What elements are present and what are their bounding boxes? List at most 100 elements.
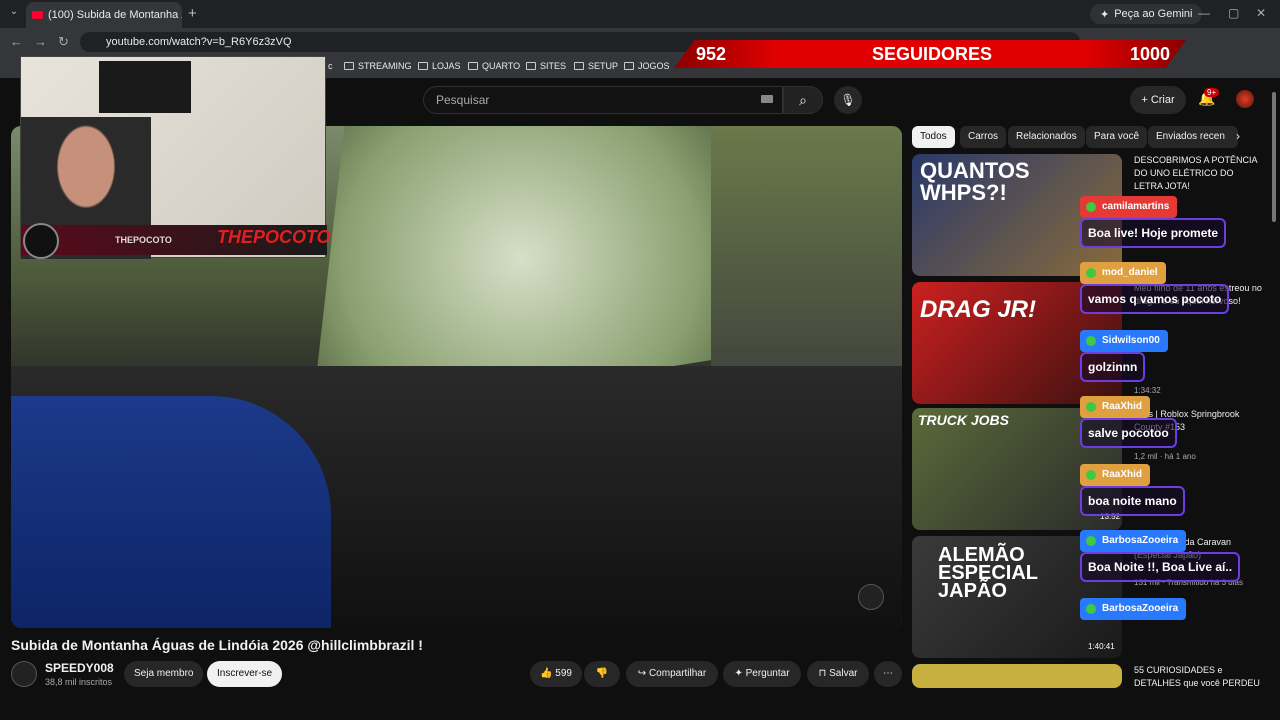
account-avatar[interactable]: [1236, 90, 1254, 108]
chat-message: Boa Noite !!, Boa Live aí..: [1080, 552, 1241, 582]
search-input[interactable]: Pesquisar: [423, 86, 783, 114]
cam-channel-name: THEPOCOTO: [115, 235, 172, 245]
video-duration: 1:34:32: [1134, 386, 1161, 395]
chat-user-label: mod_daniel: [1102, 267, 1158, 278]
thumb-text: DRAG JR!: [920, 296, 1037, 323]
forward-icon[interactable]: →: [34, 34, 47, 49]
gemini-icon: ✦: [1100, 8, 1110, 21]
chat-user-label: RaaXhid: [1102, 469, 1143, 480]
bookmark-label: LOJAS: [432, 61, 461, 71]
save-label: Salvar: [829, 668, 858, 679]
chat-username: RaaXhid: [1080, 464, 1151, 486]
chat-message: salve pocotoo: [1080, 418, 1177, 448]
scrollbar-thumb[interactable]: [1272, 92, 1276, 222]
like-count: 599: [555, 668, 572, 679]
browser-tab-strip: ⌄ (100) Subida de Montanha Águas de Lind…: [0, 0, 1280, 28]
bookmark-folder-setup[interactable]: SETUP: [574, 61, 618, 71]
ask-button[interactable]: ✦ Perguntar: [723, 661, 801, 687]
page-scrollbar[interactable]: [1270, 80, 1278, 688]
share-label: Compartilhar: [648, 668, 707, 679]
ask-label: Perguntar: [745, 668, 790, 679]
search-button[interactable]: ⌕: [783, 86, 823, 114]
chat-badge-icon: [1086, 604, 1096, 614]
bookmark-label: STREAMING: [358, 61, 412, 71]
thumbs-up-icon: 👍: [540, 668, 553, 679]
folder-icon: [526, 62, 536, 70]
channel-watermark-icon[interactable]: [858, 584, 884, 610]
browser-tab[interactable]: (100) Subida de Montanha Águas de Lindói…: [26, 2, 182, 28]
recommendation-title[interactable]: 55 CURIOSIDADES e DETALHES que você PERD…: [1134, 664, 1264, 690]
join-button[interactable]: Seja membro: [124, 661, 204, 687]
tab-title: (100) Subida de Montanha Águas de Lindói…: [48, 9, 182, 21]
subscribe-button[interactable]: Inscrever-se: [207, 661, 283, 687]
chat-badge-icon: [1086, 402, 1096, 412]
reload-icon[interactable]: ↻: [58, 34, 69, 50]
maximize-icon[interactable]: ▢: [1228, 6, 1239, 20]
chip-carros[interactable]: Carros: [960, 126, 1007, 148]
new-tab-button[interactable]: +: [188, 5, 197, 22]
chat-message: Boa live! Hoje promete: [1080, 218, 1227, 248]
gemini-label: Peça ao Gemini: [1114, 8, 1193, 20]
wall-poster: [99, 61, 191, 113]
webcam-overlay: THEPOCOTO THEPOCOTO: [20, 56, 331, 259]
save-button[interactable]: ⊓ Salvar: [807, 661, 869, 687]
channel-avatar[interactable]: [11, 661, 37, 687]
bookmark-folder-quarto[interactable]: QUARTO: [468, 61, 520, 71]
chip-para-voce[interactable]: Para você: [1086, 126, 1148, 148]
thumb-text: ALEMÃO ESPECIAL JAPÃO: [938, 544, 1038, 602]
bookmark-icon: ⊓: [818, 668, 827, 679]
chat-badge-icon: [1086, 536, 1096, 546]
streamer-logo-icon: [23, 223, 59, 259]
chip-enviados[interactable]: Enviados recen: [1148, 126, 1238, 148]
like-button[interactable]: 👍 599: [530, 661, 582, 687]
bookmark-folder-streaming[interactable]: STREAMING: [344, 61, 412, 71]
more-actions-button[interactable]: ⋯: [874, 661, 902, 687]
create-button[interactable]: + Criar: [1130, 86, 1186, 114]
chip-todos[interactable]: Todos: [912, 126, 955, 148]
keyboard-icon[interactable]: [761, 95, 773, 103]
cam-brand-logo: THEPOCOTO: [217, 227, 331, 247]
chat-username: RaaXhid: [1080, 396, 1151, 418]
youtube-favicon-icon: [32, 11, 43, 19]
chat-user-label: BarbosaZooeira: [1102, 603, 1179, 614]
microphone-icon: 🎙: [840, 93, 856, 107]
back-icon[interactable]: ←: [10, 34, 23, 49]
subscriber-count: 38,8 mil inscritos: [45, 677, 113, 687]
bookmark-folder-sites[interactable]: SITES: [526, 61, 566, 71]
bookmark-folder-jogos[interactable]: JOGOS: [624, 61, 670, 71]
webcam-name-panel: THEPOCOTO THEPOCOTO: [21, 223, 331, 259]
gemini-button[interactable]: ✦ Peça ao Gemini: [1090, 4, 1203, 24]
recommendation-meta: 1,2 mil · há 1 ano: [1134, 452, 1196, 461]
chat-message: vamos q vamos pocoto: [1080, 284, 1230, 314]
chat-username: mod_daniel: [1080, 262, 1166, 284]
search-icon: ⌕: [799, 92, 807, 108]
bookmark-item[interactable]: c: [328, 61, 333, 71]
folder-icon: [418, 62, 428, 70]
followers-current: 952: [696, 44, 727, 64]
share-button[interactable]: ↪ Compartilhar: [626, 661, 718, 687]
more-icon: ⋯: [883, 668, 893, 679]
sparkle-icon: ✦: [734, 668, 743, 679]
chat-badge-icon: [1086, 268, 1096, 278]
followers-label: SEGUIDORES: [872, 44, 993, 64]
voice-search-button[interactable]: 🎙: [834, 86, 862, 114]
chat-username: BarbosaZooeira: [1080, 598, 1187, 620]
chat-badge-icon: [1086, 336, 1096, 346]
chevron-right-icon[interactable]: ›: [1236, 129, 1240, 143]
recommendation-thumbnail[interactable]: [912, 664, 1122, 688]
chat-username: camilamartins: [1080, 196, 1178, 218]
share-icon: ↪: [637, 668, 647, 679]
chat-message: boa noite mano: [1080, 486, 1185, 516]
tab-search-icon[interactable]: ⌄: [6, 6, 22, 22]
dislike-button[interactable]: 👎: [584, 661, 620, 687]
chat-username: Sidwilson00: [1080, 330, 1168, 352]
chat-username: BarbosaZooeira: [1080, 530, 1187, 552]
minimize-icon[interactable]: —: [1198, 6, 1210, 20]
bookmark-folder-lojas[interactable]: LOJAS: [418, 61, 461, 71]
chip-relacionados[interactable]: Relacionados: [1008, 126, 1085, 148]
recommendation-title[interactable]: DESCOBRIMOS A POTÊNCIA DO UNO ELÉTRICO D…: [1134, 154, 1264, 193]
bookmark-label: JOGOS: [638, 61, 670, 71]
chat-user-label: BarbosaZooeira: [1102, 535, 1179, 546]
channel-name[interactable]: SPEEDY008: [45, 661, 114, 675]
close-window-icon[interactable]: ✕: [1256, 6, 1266, 20]
